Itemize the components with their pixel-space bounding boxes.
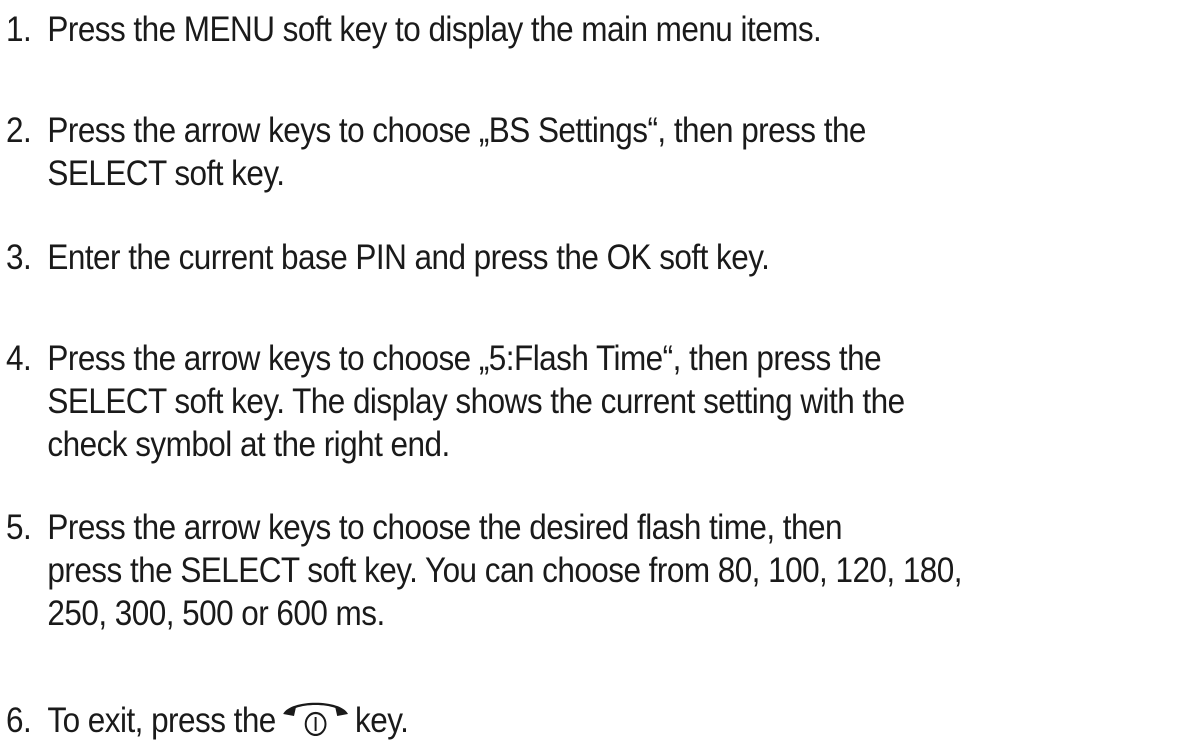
step-text: check symbol at the right end. — [47, 425, 450, 464]
step-text: Press the MENU soft key to display the m… — [47, 10, 822, 49]
step-number: 6. — [6, 701, 32, 740]
step-text: 250, 300, 500 or 600 ms. — [47, 594, 385, 633]
step-text: Enter the current base PIN and press the… — [47, 238, 770, 277]
step-1: 1. Press the MENU soft key to display the… — [6, 8, 1055, 51]
step-number: 5. — [6, 508, 32, 547]
end-call-key-icon — [283, 702, 348, 736]
step-text: Press the arrow keys to choose „5:Flash … — [47, 339, 882, 378]
step-3: 3. Enter the current base PIN and press t… — [6, 236, 1055, 279]
step-5: 5. Press the arrow keys to choose the des… — [6, 506, 1055, 635]
step-6: 6. To exit, press the key. — [6, 696, 1055, 742]
step-number: 4. — [6, 339, 32, 378]
step-text: Press the arrow keys to choose „BS Setti… — [47, 111, 866, 150]
step-2: 2. Press the arrow keys to choose „BS Set… — [6, 109, 1055, 195]
step-text: Press the arrow keys to choose the desir… — [47, 508, 842, 547]
instruction-document: 1. Press the MENU soft key to display the… — [0, 0, 1177, 753]
step-4: 4. Press the arrow keys to choose „5:Flas… — [6, 337, 1055, 466]
step-text: To exit, press the — [47, 701, 276, 740]
step-number: 2. — [6, 111, 32, 150]
step-text: SELECT soft key. — [47, 154, 285, 193]
step-number: 3. — [6, 238, 32, 277]
step-number: 1. — [6, 10, 32, 49]
step-text: press the SELECT soft key. You can choos… — [47, 551, 962, 590]
step-text: key. — [355, 701, 409, 740]
step-text: SELECT soft key. The display shows the c… — [47, 382, 905, 421]
